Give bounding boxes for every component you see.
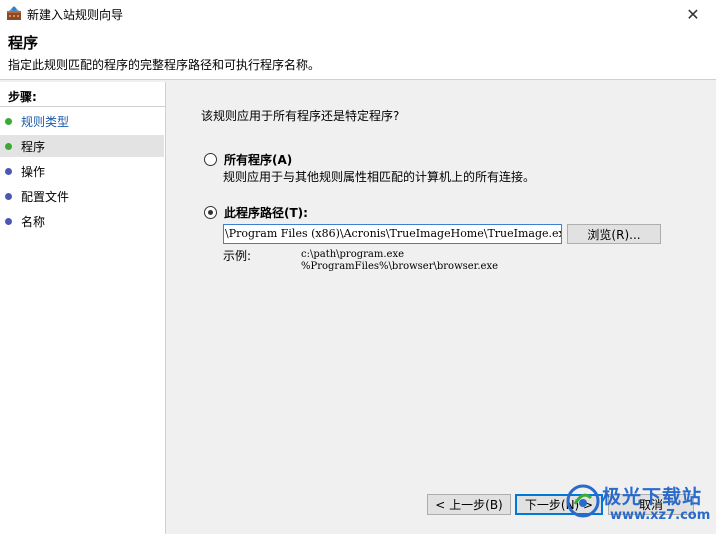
page-header: 程序 指定此规则匹配的程序的完整程序路径和可执行程序名称。 xyxy=(0,28,716,80)
steps-divider xyxy=(0,106,166,107)
step-done-icon xyxy=(5,117,12,125)
step-profile: 配置文件 xyxy=(0,185,164,207)
step-action: 操作 xyxy=(0,160,164,182)
back-button[interactable]: < 上一步(B) xyxy=(427,494,511,515)
step-label: 配置文件 xyxy=(21,189,70,204)
all-programs-option[interactable]: 所有程序(A) xyxy=(204,151,292,168)
close-icon: ✕ xyxy=(686,4,700,24)
program-path-label[interactable]: 此程序路径(T): xyxy=(224,204,308,221)
step-label: 程序 xyxy=(21,139,46,154)
step-program[interactable]: 程序 xyxy=(0,135,164,157)
close-button[interactable]: ✕ xyxy=(670,0,716,28)
program-path-option[interactable]: 此程序路径(T): xyxy=(204,204,308,221)
steps-sidebar: 步骤: 规则类型 程序 操作 配置文件 名称 xyxy=(0,82,166,534)
program-path-input[interactable]: \Program Files (x86)\Acronis\TrueImageHo… xyxy=(223,224,562,244)
step-label: 名称 xyxy=(21,214,46,229)
browse-button[interactable]: 浏览(R)... xyxy=(567,224,661,244)
main-panel: 该规则应用于所有程序还是特定程序? 所有程序(A) 规则应用于与其他规则属性相匹… xyxy=(168,82,716,534)
step-pending-icon xyxy=(5,192,12,200)
firewall-app-icon xyxy=(7,6,21,20)
step-label: 操作 xyxy=(21,164,46,179)
window-title: 新建入站规则向导 xyxy=(27,8,124,22)
step-label: 规则类型 xyxy=(21,114,70,129)
watermark: 极光下载站 www.xz7.com xyxy=(562,478,716,534)
page-description: 指定此规则匹配的程序的完整程序路径和可执行程序名称。 xyxy=(8,58,321,72)
page-title: 程序 xyxy=(8,34,39,52)
watermark-url: www.xz7.com xyxy=(610,508,711,523)
question-text: 该规则应用于所有程序还是特定程序? xyxy=(201,109,400,123)
title-bar: 新建入站规则向导 ✕ xyxy=(0,0,716,28)
step-name: 名称 xyxy=(0,210,164,232)
watermark-logo-icon xyxy=(566,484,600,518)
program-path-radio[interactable] xyxy=(204,206,217,219)
example-label: 示例: xyxy=(223,249,252,263)
step-pending-icon xyxy=(5,217,12,225)
all-programs-description: 规则应用于与其他规则属性相匹配的计算机上的所有连接。 xyxy=(223,170,536,184)
step-current-icon xyxy=(5,142,12,150)
example-path-1: c:\path\program.exe xyxy=(301,249,405,260)
all-programs-radio[interactable] xyxy=(204,153,217,166)
example-path-2: %ProgramFiles%\browser\browser.exe xyxy=(301,261,499,272)
watermark-text: 极光下载站 xyxy=(602,486,703,508)
all-programs-label[interactable]: 所有程序(A) xyxy=(224,151,292,168)
step-rule-type[interactable]: 规则类型 xyxy=(0,110,164,132)
step-pending-icon xyxy=(5,167,12,175)
steps-heading: 步骤: xyxy=(8,90,37,104)
